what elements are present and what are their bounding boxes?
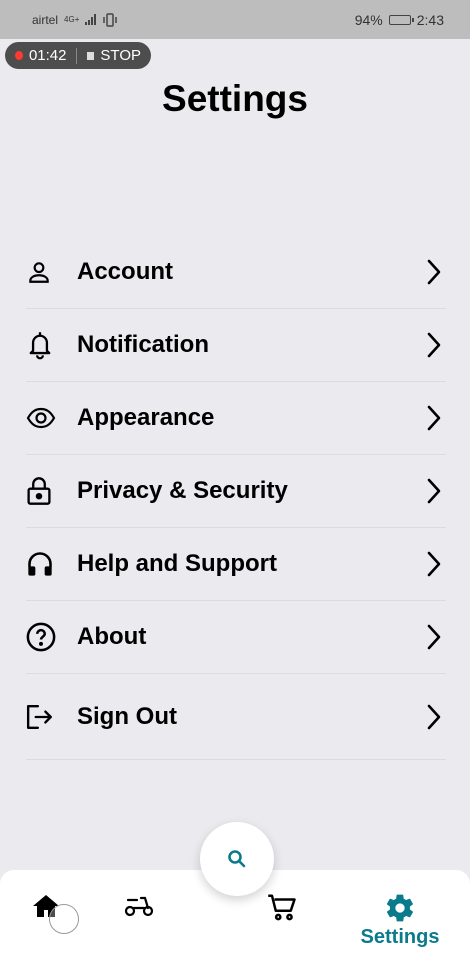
settings-menu: Account Notification Appearance Privacy …: [26, 236, 446, 760]
stop-icon: [87, 51, 95, 60]
menu-item-label: Sign Out: [77, 702, 177, 730]
menu-item-label: Help and Support: [77, 550, 277, 577]
menu-item-label: Account: [77, 258, 173, 285]
recording-timer: 01:42: [28, 47, 67, 64]
chevron-right-icon: [424, 404, 444, 432]
nav-cart-button[interactable]: [267, 892, 297, 922]
network-type: 4G+: [64, 15, 80, 24]
menu-item-account[interactable]: Account: [26, 236, 446, 309]
bell-icon: [26, 330, 56, 360]
nav-scooter-button[interactable]: [124, 895, 154, 917]
search-icon: [227, 849, 247, 869]
touch-indicator: [49, 904, 79, 934]
scooter-icon: [124, 895, 154, 917]
page-title: Settings: [162, 78, 308, 119]
menu-item-label: Notification: [77, 331, 209, 358]
cart-icon: [267, 892, 297, 922]
menu-item-privacy-security[interactable]: Privacy & Security: [26, 455, 446, 528]
status-right: 94% 2:43: [355, 12, 444, 28]
chevron-right-icon: [424, 623, 444, 651]
clock-time: 2:43: [416, 11, 444, 28]
search-fab-button[interactable]: [200, 822, 274, 896]
logout-icon: [26, 702, 56, 732]
gear-icon: [384, 892, 416, 924]
menu-item-help-support[interactable]: Help and Support: [26, 528, 446, 601]
chevron-right-icon: [424, 550, 444, 578]
person-icon: [26, 257, 56, 287]
divider: [76, 47, 78, 64]
help-circle-icon: [26, 622, 56, 652]
vibrate-icon: [102, 12, 118, 27]
menu-item-about[interactable]: About: [26, 601, 446, 674]
chevron-right-icon: [424, 477, 444, 505]
menu-item-sign-out[interactable]: Sign Out: [26, 674, 446, 760]
battery-icon: [388, 14, 414, 25]
record-dot-icon: [15, 51, 23, 60]
chevron-right-icon: [424, 258, 444, 286]
status-left: airtel 4G+: [32, 13, 118, 27]
menu-item-label: Appearance: [77, 404, 215, 431]
screen-recording-pill[interactable]: 01:42 STOP: [5, 42, 151, 69]
nav-settings-button[interactable]: Settings: [356, 892, 444, 949]
eye-icon: [26, 403, 56, 433]
menu-item-label: About: [77, 623, 147, 650]
chevron-right-icon: [424, 331, 444, 359]
stop-recording-button[interactable]: STOP: [100, 47, 141, 64]
menu-item-label: Privacy & Security: [77, 477, 288, 504]
lock-icon: [26, 476, 56, 506]
menu-item-appearance[interactable]: Appearance: [26, 382, 446, 455]
nav-settings-label: Settings: [360, 926, 440, 948]
carrier-name: airtel: [32, 12, 59, 27]
battery-percent: 94%: [354, 11, 383, 28]
signal-icon: [85, 14, 97, 25]
headphones-icon: [26, 549, 56, 579]
menu-item-notification[interactable]: Notification: [26, 309, 446, 382]
chevron-right-icon: [424, 703, 444, 731]
status-bar: airtel 4G+ 94% 2:43: [0, 0, 470, 39]
